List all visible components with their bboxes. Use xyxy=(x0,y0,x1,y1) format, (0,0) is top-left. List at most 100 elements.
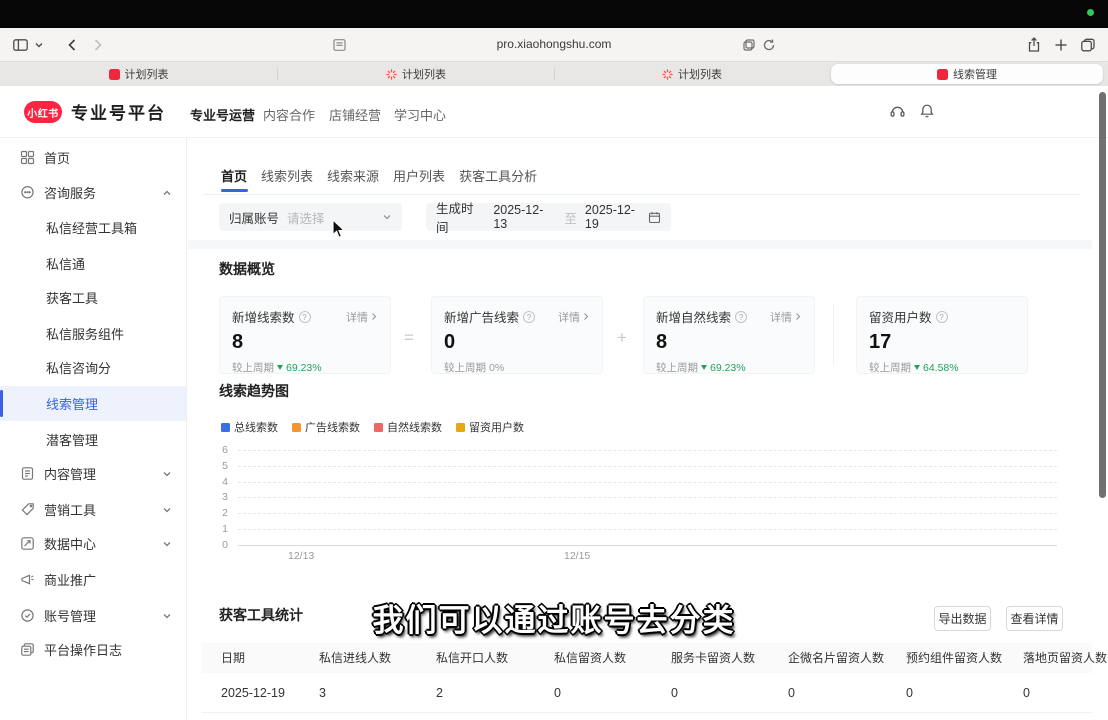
trend-down-icon xyxy=(914,365,920,370)
gridline xyxy=(238,513,1057,514)
sidebar-item-label: 商业推广 xyxy=(44,570,96,589)
sidebar-item-lead-tools[interactable]: 获客工具 xyxy=(0,280,186,315)
sidebar-item-label: 平台操作日志 xyxy=(44,640,122,659)
legend-total-leads[interactable]: 总线索数 xyxy=(221,419,278,435)
cell: 0 xyxy=(1023,673,1030,713)
col-header: 企微名片留资人数 xyxy=(788,643,884,673)
compare-label: 较上周期 xyxy=(444,360,486,375)
y-tick: 1 xyxy=(188,523,228,535)
date-range-picker[interactable]: 生成时间 2025-12-13 至 2025-12-19 xyxy=(426,203,671,231)
sidebar-item-consult-service[interactable]: 咨询服务 xyxy=(0,175,186,210)
sidebar-item-dm-pass[interactable]: 私信通 xyxy=(0,246,186,281)
legend-retained-users[interactable]: 留资用户数 xyxy=(456,419,524,435)
tab-overview-icon[interactable] xyxy=(1080,37,1096,52)
nav-operate[interactable]: 专业号运营 xyxy=(190,105,255,124)
cell: 0 xyxy=(906,713,913,720)
chevron-down-icon[interactable] xyxy=(162,539,172,549)
detail-link[interactable]: 详情 xyxy=(770,309,802,325)
metric-value: 8 xyxy=(656,331,802,354)
x-tick: 12/15 xyxy=(564,550,590,562)
scrollbar-thumb[interactable] xyxy=(1099,92,1106,498)
cell: 2 xyxy=(436,673,443,713)
product-name: 专业号平台 xyxy=(71,99,166,124)
sidebar-item-data-center[interactable]: 数据中心 xyxy=(0,526,186,561)
new-tab-icon[interactable] xyxy=(1054,38,1068,52)
tab-lead-tool-analysis[interactable]: 获客工具分析 xyxy=(459,166,537,185)
col-header: 落地页留资人数 xyxy=(1023,643,1107,673)
log-icon xyxy=(20,642,35,657)
sidebar-item-label: 数据中心 xyxy=(44,534,96,553)
chevron-up-icon[interactable] xyxy=(162,188,172,198)
nav-learning[interactable]: 学习中心 xyxy=(394,105,446,124)
data-chart-icon xyxy=(20,536,35,551)
tab-user-list[interactable]: 用户列表 xyxy=(393,166,445,185)
sidebar-item-home[interactable]: 首页 xyxy=(0,140,186,175)
gridline xyxy=(238,497,1057,498)
browser-toolbar: pro.xiaohongshu.com xyxy=(0,28,1108,62)
gridline xyxy=(238,529,1057,530)
account-select-placeholder: 请选择 xyxy=(287,208,325,227)
cell: 0 xyxy=(671,673,678,713)
recording-indicator-dot xyxy=(1087,9,1094,16)
active-tab-underline xyxy=(221,189,248,192)
legend-ad-leads[interactable]: 广告线索数 xyxy=(292,419,360,435)
metric-title: 新增广告线索 xyxy=(444,307,519,326)
browser-tab-2[interactable]: 计划列表 xyxy=(278,64,554,84)
calendar-icon xyxy=(648,211,661,224)
chevron-down-icon xyxy=(382,212,392,222)
copy-pages-icon[interactable] xyxy=(742,38,756,52)
browser-tab-3[interactable]: 计划列表 xyxy=(555,64,829,84)
sidebar-item-content-management[interactable]: 内容管理 xyxy=(0,456,186,491)
gridline xyxy=(238,466,1057,467)
browser-tab-1[interactable]: 计划列表 xyxy=(0,64,277,84)
legend-swatch xyxy=(221,423,230,432)
detail-link[interactable]: 详情 xyxy=(558,309,590,325)
bell-icon[interactable] xyxy=(919,103,935,119)
sidebar-item-dm-service-component[interactable]: 私信服务组件 xyxy=(0,316,186,351)
sidebar-item-label: 私信服务组件 xyxy=(46,324,124,343)
help-icon[interactable]: ? xyxy=(299,311,311,323)
reload-icon[interactable] xyxy=(762,38,776,52)
metric-card-retained-users: 留资用户数 ? 17 较上周期64.58% xyxy=(856,296,1028,374)
sidebar-item-marketing-tools[interactable]: 营销工具 xyxy=(0,492,186,527)
video-subtitle-overlay: 我们可以通过账号去分类 xyxy=(0,595,1108,640)
account-select[interactable]: 归属账号 请选择 xyxy=(219,203,402,231)
divider xyxy=(203,194,1080,195)
sidebar-item-potential-customer[interactable]: 潜客管理 xyxy=(0,422,186,457)
cell-date: 2025-12-18 xyxy=(221,713,285,720)
help-icon[interactable]: ? xyxy=(936,311,948,323)
table-row[interactable]: 2025-12-19 3 2 0 0 0 0 0 xyxy=(202,673,1092,713)
tab-home[interactable]: 首页 xyxy=(221,166,247,185)
tab-lead-source[interactable]: 线索来源 xyxy=(327,166,379,185)
col-header: 私信开口人数 xyxy=(436,643,508,673)
share-icon[interactable] xyxy=(1026,36,1042,53)
sidebar-item-commercial-promotion[interactable]: 商业推广 xyxy=(0,562,186,597)
help-icon[interactable]: ? xyxy=(735,311,747,323)
trend-down-icon xyxy=(277,365,283,370)
sidebar-item-label: 私信咨询分 xyxy=(46,358,111,377)
equals-operator: = xyxy=(404,328,414,348)
page-tabs: 首页 线索列表 线索来源 用户列表 获客工具分析 xyxy=(221,166,537,185)
delta-value: 69.23% xyxy=(286,362,322,374)
sidebar-item-dm-consult-score[interactable]: 私信咨询分 xyxy=(0,350,186,385)
help-icon[interactable]: ? xyxy=(523,311,535,323)
headset-icon[interactable] xyxy=(889,103,906,119)
nav-content-coop[interactable]: 内容合作 xyxy=(263,105,315,124)
address-bar[interactable]: pro.xiaohongshu.com xyxy=(0,37,1108,51)
document-icon xyxy=(20,466,35,481)
tab-lead-list[interactable]: 线索列表 xyxy=(261,166,313,185)
xiaohongshu-logo[interactable]: 小红书 xyxy=(24,101,62,123)
sidebar-item-label: 私信经营工具箱 xyxy=(46,218,137,237)
chevron-down-icon[interactable] xyxy=(162,505,172,515)
sidebar-item-lead-management-active[interactable]: 线索管理 xyxy=(0,386,186,421)
nav-shop[interactable]: 店铺经营 xyxy=(329,105,381,124)
chevron-down-icon[interactable] xyxy=(162,469,172,479)
browser-tab-4-active[interactable]: 线索管理 xyxy=(831,64,1103,84)
chat-icon xyxy=(20,185,35,200)
sidebar-item-dm-toolbox[interactable]: 私信经营工具箱 xyxy=(0,210,186,245)
detail-link[interactable]: 详情 xyxy=(346,309,378,325)
table-row-clipped[interactable]: 2025-12-18 4 1 0 0 0 0 0 xyxy=(202,713,1092,720)
legend-organic-leads[interactable]: 自然线索数 xyxy=(374,419,442,435)
metric-title: 新增线索数 xyxy=(232,307,295,326)
gridline xyxy=(238,482,1057,483)
